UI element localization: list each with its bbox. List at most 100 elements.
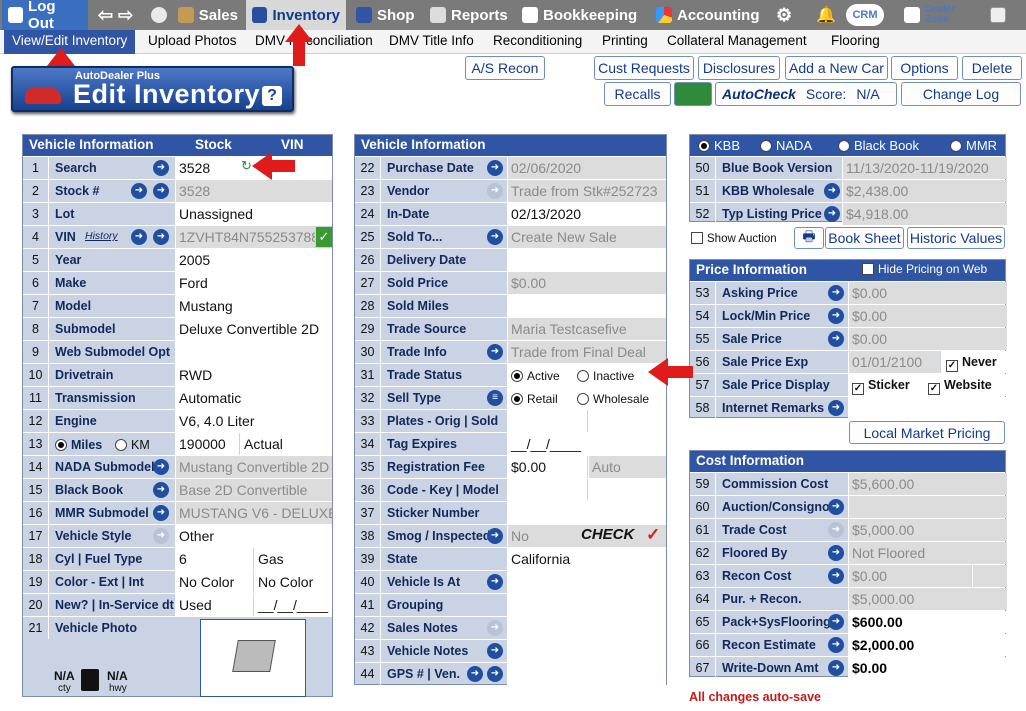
transmission-select[interactable]: Automatic xyxy=(175,387,332,409)
go-arrow-icon[interactable]: ➜ xyxy=(153,505,169,521)
gps-arrow-icon[interactable]: ➜ xyxy=(467,666,483,682)
go-arrow-icon[interactable]: ➜ xyxy=(828,308,844,324)
km-radio[interactable]: KM xyxy=(115,438,150,452)
tab-sales[interactable]: Sales xyxy=(172,0,244,30)
back-icon[interactable]: ⇦ xyxy=(98,5,113,26)
registration-fee-field[interactable]: $0.00 xyxy=(507,456,587,478)
printer-icon[interactable]: 🖶 xyxy=(794,227,824,249)
as-recon-button[interactable]: A/S Recon xyxy=(465,56,545,80)
nav-upload-photos[interactable]: Upload Photos xyxy=(148,33,237,48)
forward-icon[interactable]: ⇨ xyxy=(118,5,133,26)
kbb-radio[interactable]: KBB xyxy=(698,138,740,153)
engine-select[interactable]: V6, 4.0 Liter xyxy=(175,410,332,432)
cost-field[interactable]: $600.00 xyxy=(848,611,1007,633)
cylinders-select[interactable]: 6 xyxy=(175,548,253,570)
go-arrow-icon[interactable]: ➜ xyxy=(153,160,169,176)
vehicle-location-select[interactable] xyxy=(507,571,666,593)
go-arrow-icon[interactable]: ➜ xyxy=(487,574,503,590)
cost-field[interactable]: $0.00 xyxy=(848,657,1007,679)
plates-sold-field[interactable] xyxy=(588,410,666,432)
go-arrow-icon[interactable]: ➜ xyxy=(828,499,844,515)
bell-icon[interactable]: 🔔 xyxy=(810,0,842,30)
nav-collateral-management[interactable]: Collateral Management xyxy=(667,33,807,48)
vehicle-photo-placeholder[interactable] xyxy=(200,619,306,697)
mmr-radio[interactable]: MMR xyxy=(950,138,997,153)
go-arrow-icon[interactable]: ➜ xyxy=(824,206,840,222)
go-arrow-icon[interactable]: ➜ xyxy=(153,229,169,245)
go-arrow-icon[interactable]: ➜ xyxy=(824,183,840,199)
state-select[interactable]: California xyxy=(507,548,666,570)
field-value[interactable] xyxy=(507,617,666,639)
go-arrow-icon[interactable]: ➜ xyxy=(828,568,844,584)
option-radio-2[interactable]: Inactive xyxy=(577,369,634,383)
go-arrow-icon[interactable]: ➜ xyxy=(828,614,844,630)
prev-arrow-icon[interactable]: ➜ xyxy=(131,183,147,199)
make-select[interactable]: Ford xyxy=(175,272,332,294)
in-date-field[interactable]: 02/13/2020 xyxy=(507,203,666,225)
historic-values-button[interactable]: Historic Values xyxy=(907,227,1005,249)
model-code-field[interactable] xyxy=(588,479,666,501)
nada-radio[interactable]: NADA xyxy=(760,138,812,153)
go-arrow-icon[interactable]: ➜ xyxy=(828,400,844,416)
tab-bookkeeping[interactable]: Bookkeeping xyxy=(516,0,646,30)
go-arrow-icon[interactable]: ➜ xyxy=(828,660,844,676)
autocheck-button[interactable]: AutoCheck Score: N/A xyxy=(715,82,897,106)
tab-shop[interactable]: Shop xyxy=(350,0,422,30)
field-value[interactable] xyxy=(507,295,666,317)
book-sheet-button[interactable]: Book Sheet xyxy=(825,227,904,249)
web-submodel-field[interactable] xyxy=(175,341,332,363)
gear-icon[interactable]: ⚙ xyxy=(770,0,798,30)
hide-pricing-checkbox[interactable]: Hide Pricing on Web xyxy=(862,262,987,276)
website-checkbox[interactable]: ✓ Website xyxy=(928,378,992,395)
ext-color-select[interactable]: No Color xyxy=(175,571,253,593)
list-icon[interactable]: ≡ xyxy=(487,390,503,406)
field-value[interactable] xyxy=(507,594,666,616)
int-color-select[interactable]: No Color xyxy=(254,571,332,593)
never-checkbox[interactable]: ✓ Never xyxy=(946,355,997,372)
refresh-icon[interactable]: ↻ xyxy=(241,158,252,174)
year-field[interactable]: 2005 xyxy=(175,249,332,271)
delete-button[interactable]: Delete xyxy=(962,56,1022,80)
go-arrow-icon[interactable]: ➜ xyxy=(487,229,503,245)
mileage-field[interactable]: 190000 xyxy=(175,433,239,455)
nav-arrows[interactable]: ⇦ ⇨ xyxy=(92,0,139,30)
new-used-select[interactable]: Used xyxy=(175,594,253,616)
cost-field[interactable]: $2,000.00 xyxy=(848,634,1007,656)
change-log-button[interactable]: Change Log xyxy=(901,82,1021,106)
sticker-checkbox[interactable]: ✓ Sticker xyxy=(852,378,910,395)
money-icon[interactable] xyxy=(674,82,712,106)
history-link[interactable]: History xyxy=(85,230,118,242)
face-icon[interactable] xyxy=(145,0,173,30)
black-book-radio[interactable]: Black Book xyxy=(838,138,919,153)
go-arrow-icon[interactable]: ➜ xyxy=(487,160,503,176)
options-button[interactable]: Options xyxy=(891,56,958,80)
field-value[interactable] xyxy=(507,249,666,271)
recalls-button[interactable]: Recalls xyxy=(604,82,671,106)
option-radio-2[interactable]: Wholesale xyxy=(577,392,649,406)
submodel-select[interactable]: Deluxe Convertible 2D xyxy=(175,318,332,340)
tab-reports[interactable]: Reports xyxy=(424,0,514,30)
nav-reconditioning[interactable]: Reconditioning xyxy=(493,33,582,48)
nav-flooring[interactable]: Flooring xyxy=(831,33,880,48)
mileage-type-select[interactable]: Actual xyxy=(240,433,332,455)
dealer-zone-button[interactable]: Dealer Zone xyxy=(898,0,970,30)
miles-radio[interactable]: Miles xyxy=(55,438,102,452)
field-value[interactable] xyxy=(507,640,666,662)
internet-remarks-field[interactable] xyxy=(848,397,1007,419)
tag-expires-field[interactable]: __/__/____ xyxy=(507,433,666,455)
go-arrow-icon[interactable]: ➜ xyxy=(487,344,503,360)
go-arrow-icon[interactable]: ➜ xyxy=(487,643,503,659)
field-value[interactable] xyxy=(507,502,666,524)
calculator-icon[interactable] xyxy=(984,0,1012,30)
go-arrow-icon[interactable]: ➜ xyxy=(828,545,844,561)
drivetrain-select[interactable]: RWD xyxy=(175,364,332,386)
go-arrow-icon[interactable]: ➜ xyxy=(153,459,169,475)
vendor-arrow-icon[interactable]: ➜ xyxy=(487,666,503,682)
vehicle-style-select[interactable]: Other xyxy=(175,525,332,547)
go-arrow-icon[interactable]: ➜ xyxy=(828,331,844,347)
in-service-date-field[interactable]: __/__/____ xyxy=(254,594,332,616)
crm-button[interactable]: CRM xyxy=(846,4,884,26)
key-code-field[interactable] xyxy=(507,479,587,501)
nav-dmv-reconciliation[interactable]: DMV Reconciliation xyxy=(255,33,373,48)
tab-accounting[interactable]: Accounting xyxy=(650,0,768,30)
